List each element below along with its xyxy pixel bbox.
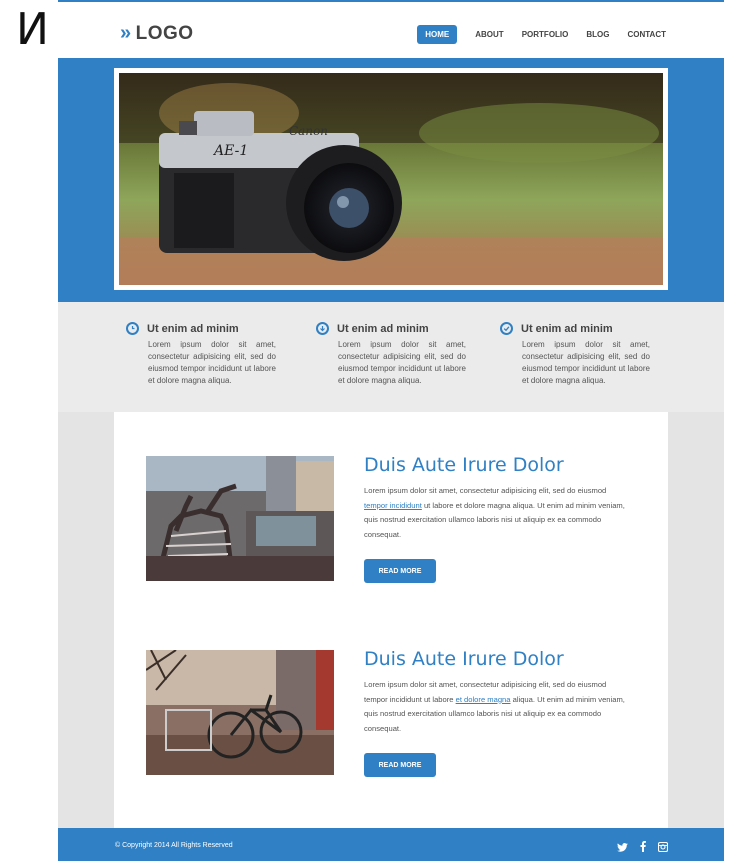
feature-title: Ut enim ad minim	[147, 322, 239, 335]
hero-camera-photo: AE-1 Canon	[119, 73, 663, 285]
feature-text: Lorem ipsum dolor sit amet, consectetur …	[338, 340, 466, 385]
logo[interactable]: » LOGO	[120, 22, 194, 45]
site-header: » LOGO HOME ABOUT PORTFOLIO BLOG CONTACT	[58, 0, 724, 58]
inline-link[interactable]: tempor incididunt	[364, 501, 422, 510]
download-icon	[316, 322, 329, 335]
svg-text:Canon: Canon	[289, 124, 328, 138]
post-thumbnail-sculpture[interactable]	[146, 456, 334, 581]
nav-contact[interactable]: CONTACT	[627, 27, 666, 42]
instagram-icon[interactable]	[657, 839, 669, 857]
post-thumbnail-bicycle[interactable]	[146, 650, 334, 775]
svg-text:AE-1: AE-1	[212, 143, 248, 159]
site-footer: © Copyright 2014 All Rights Reserved	[58, 828, 724, 861]
main-nav: HOME ABOUT PORTFOLIO BLOG CONTACT	[417, 25, 666, 44]
double-chevron-icon: »	[120, 22, 132, 44]
social-links	[605, 839, 669, 857]
post-text-part: Lorem ipsum dolor sit amet, consectetur …	[364, 486, 607, 495]
nav-portfolio[interactable]: PORTFOLIO	[522, 27, 569, 42]
feature-text: Lorem ipsum dolor sit amet, consectetur …	[522, 340, 650, 385]
content-area: Duis Aute Irure Dolor Lorem ipsum dolor …	[114, 412, 668, 828]
nav-blog[interactable]: BLOG	[586, 27, 609, 42]
feature-title: Ut enim ad minim	[337, 322, 429, 335]
logo-text: LOGO	[135, 22, 194, 44]
read-more-button[interactable]: READ MORE	[364, 753, 436, 777]
hero-banner: AE-1 Canon	[58, 58, 724, 302]
inline-link[interactable]: et dolore magna	[456, 695, 511, 704]
nav-home[interactable]: HOME	[417, 25, 458, 44]
read-more-button[interactable]: READ MORE	[364, 559, 436, 583]
feature-text: Lorem ipsum dolor sit amet, consectetur …	[148, 340, 276, 385]
feature-2: Ut enim ad minim Lorem ipsum dolor sit a…	[316, 322, 466, 387]
nav-about[interactable]: ABOUT	[475, 27, 503, 42]
check-icon	[500, 322, 513, 335]
post-excerpt: Lorem ipsum dolor sit amet, consectetur …	[364, 678, 632, 736]
facebook-icon[interactable]	[640, 839, 646, 857]
post-title[interactable]: Duis Aute Irure Dolor	[364, 648, 564, 670]
post-title[interactable]: Duis Aute Irure Dolor	[364, 454, 564, 476]
overlay-glyph: И	[16, 4, 49, 55]
clock-icon	[126, 322, 139, 335]
feature-title: Ut enim ad minim	[521, 322, 613, 335]
feature-1: Ut enim ad minim Lorem ipsum dolor sit a…	[126, 322, 276, 387]
post-excerpt: Lorem ipsum dolor sit amet, consectetur …	[364, 484, 632, 542]
website-mockup: » LOGO HOME ABOUT PORTFOLIO BLOG CONTACT	[58, 0, 724, 861]
copyright-text: © Copyright 2014 All Rights Reserved	[115, 842, 233, 849]
features-strip: Ut enim ad minim Lorem ipsum dolor sit a…	[58, 302, 724, 412]
twitter-icon[interactable]	[617, 839, 628, 857]
feature-3: Ut enim ad minim Lorem ipsum dolor sit a…	[500, 322, 650, 387]
hero-frame: AE-1 Canon	[114, 68, 668, 290]
